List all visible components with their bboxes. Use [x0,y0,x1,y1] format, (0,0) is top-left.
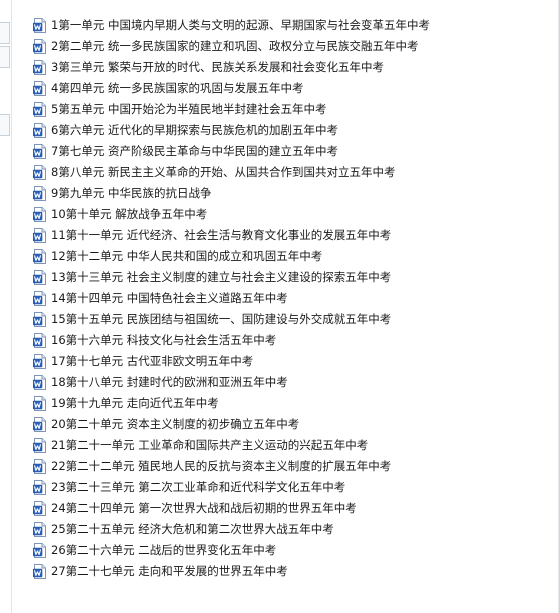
file-list-item[interactable]: 19第十九单元 走向近代五年中考 [33,393,430,414]
file-name: 8第八单元 新民主主义革命的开始、从国共合作到国共对立五年中考 [51,165,396,179]
nav-pane-item[interactable] [0,114,10,136]
file-list-item[interactable]: 14第十四单元 中国特色社会主义道路五年中考 [33,288,430,309]
file-name: 13第十三单元 社会主义制度的建立与社会主义建设的探索五年中考 [51,270,392,284]
file-name: 5第五单元 中国开始沦为半殖民地半封建社会五年中考 [51,102,327,116]
word-doc-icon [33,102,46,117]
word-doc-icon [33,144,46,159]
word-doc-icon [33,312,46,327]
file-list-item[interactable]: 8第八单元 新民主主义革命的开始、从国共合作到国共对立五年中考 [33,162,430,183]
file-name: 17第十七单元 古代亚非欧文明五年中考 [51,354,254,368]
file-name: 16第十六单元 科技文化与社会生活五年中考 [51,333,277,347]
word-doc-icon [33,459,46,474]
file-list-item[interactable]: 23第二十三单元 第二次工业革命和近代科学文化五年中考 [33,477,430,498]
word-doc-icon [33,39,46,54]
file-name: 24第二十四单元 第一次世界大战和战后初期的世界五年中考 [51,501,357,515]
nav-pane-item[interactable] [0,46,10,68]
file-list-item[interactable]: 18第十八单元 封建时代的欧洲和亚洲五年中考 [33,372,430,393]
file-name: 3第三单元 繁荣与开放的时代、民族关系发展和社会变化五年中考 [51,60,384,74]
file-list-item[interactable]: 27第二十七单元 走向和平发展的世界五年中考 [33,561,430,582]
file-list-item[interactable]: 21第二十一单元 工业革命和国际共产主义运动的兴起五年中考 [33,435,430,456]
word-doc-icon [33,228,46,243]
file-list-item[interactable]: 2第二单元 统一多民族国家的建立和巩固、政权分立与民族交融五年中考 [33,36,430,57]
file-name: 9第九单元 中华民族的抗日战争 [51,186,212,200]
word-doc-icon [33,417,46,432]
file-list-item[interactable]: 25第二十五单元 经济大危机和第二次世界大战五年中考 [33,519,430,540]
word-doc-icon [33,375,46,390]
file-name: 10第十单元 解放战争五年中考 [51,207,208,221]
word-doc-icon [33,249,46,264]
file-list-item[interactable]: 24第二十四单元 第一次世界大战和战后初期的世界五年中考 [33,498,430,519]
file-name: 12第十二单元 中华人民共和国的成立和巩固五年中考 [51,249,323,263]
file-name: 19第十九单元 走向近代五年中考 [51,396,219,410]
file-name: 14第十四单元 中国特色社会主义道路五年中考 [51,291,288,305]
file-name: 20第二十单元 资本主义制度的初步确立五年中考 [51,417,300,431]
file-name: 6第六单元 近代化的早期探索与民族危机的加剧五年中考 [51,123,338,137]
file-list-item[interactable]: 12第十二单元 中华人民共和国的成立和巩固五年中考 [33,246,430,267]
word-doc-icon [33,123,46,138]
word-doc-icon [33,522,46,537]
file-name: 23第二十三单元 第二次工业革命和近代科学文化五年中考 [51,480,346,494]
word-doc-icon [33,354,46,369]
word-doc-icon [33,165,46,180]
file-name: 25第二十五单元 经济大危机和第二次世界大战五年中考 [51,522,334,536]
file-list-item[interactable]: 16第十六单元 科技文化与社会生活五年中考 [33,330,430,351]
file-name: 11第十一单元 近代经济、社会生活与教育文化事业的发展五年中考 [51,228,392,242]
file-list-item[interactable]: 7第七单元 资产阶级民主革命与中华民国的建立五年中考 [33,141,430,162]
file-list: 1第一单元 中国境内早期人类与文明的起源、早期国家与社会变革五年中考 2第二单元… [33,15,430,582]
word-doc-icon [33,270,46,285]
word-doc-icon [33,60,46,75]
file-list-item[interactable]: 17第十七单元 古代亚非欧文明五年中考 [33,351,430,372]
file-list-item[interactable]: 13第十三单元 社会主义制度的建立与社会主义建设的探索五年中考 [33,267,430,288]
file-list-item[interactable]: 10第十单元 解放战争五年中考 [33,204,430,225]
file-list-item[interactable]: 15第十五单元 民族团结与祖国统一、国防建设与外交成就五年中考 [33,309,430,330]
file-name: 7第七单元 资产阶级民主革命与中华民国的建立五年中考 [51,144,338,158]
word-doc-icon [33,207,46,222]
nav-pane-item[interactable] [0,22,10,44]
word-doc-icon [33,564,46,579]
file-name: 2第二单元 统一多民族国家的建立和巩固、政权分立与民族交融五年中考 [51,39,419,53]
file-list-item[interactable]: 26第二十六单元 二战后的世界变化五年中考 [33,540,430,561]
word-doc-icon [33,396,46,411]
word-doc-icon [33,291,46,306]
file-name: 22第二十二单元 殖民地人民的反抗与资本主义制度的扩展五年中考 [51,459,392,473]
word-doc-icon [33,18,46,33]
word-doc-icon [33,186,46,201]
file-list-item[interactable]: 3第三单元 繁荣与开放的时代、民族关系发展和社会变化五年中考 [33,57,430,78]
file-list-item[interactable]: 5第五单元 中国开始沦为半殖民地半封建社会五年中考 [33,99,430,120]
file-name: 26第二十六单元 二战后的世界变化五年中考 [51,543,277,557]
file-list-item[interactable]: 22第二十二单元 殖民地人民的反抗与资本主义制度的扩展五年中考 [33,456,430,477]
file-list-item[interactable]: 1第一单元 中国境内早期人类与文明的起源、早期国家与社会变革五年中考 [33,15,430,36]
word-doc-icon [33,333,46,348]
word-doc-icon [33,543,46,558]
word-doc-icon [33,480,46,495]
file-list-item[interactable]: 9第九单元 中华民族的抗日战争 [33,183,430,204]
file-name: 27第二十七单元 走向和平发展的世界五年中考 [51,564,288,578]
file-name: 18第十八单元 封建时代的欧洲和亚洲五年中考 [51,375,288,389]
file-name: 4第四单元 统一多民族国家的巩固与发展五年中考 [51,81,304,95]
file-name: 15第十五单元 民族团结与祖国统一、国防建设与外交成就五年中考 [51,312,392,326]
word-doc-icon [33,81,46,96]
word-doc-icon [33,501,46,516]
file-list-item[interactable]: 4第四单元 统一多民族国家的巩固与发展五年中考 [33,78,430,99]
file-list-item[interactable]: 6第六单元 近代化的早期探索与民族危机的加剧五年中考 [33,120,430,141]
file-list-item[interactable]: 11第十一单元 近代经济、社会生活与教育文化事业的发展五年中考 [33,225,430,246]
file-name: 1第一单元 中国境内早期人类与文明的起源、早期国家与社会变革五年中考 [51,18,430,32]
file-list-item[interactable]: 20第二十单元 资本主义制度的初步确立五年中考 [33,414,430,435]
word-doc-icon [33,438,46,453]
file-name: 21第二十一单元 工业革命和国际共产主义运动的兴起五年中考 [51,438,369,452]
navigation-pane-edge [0,0,12,613]
